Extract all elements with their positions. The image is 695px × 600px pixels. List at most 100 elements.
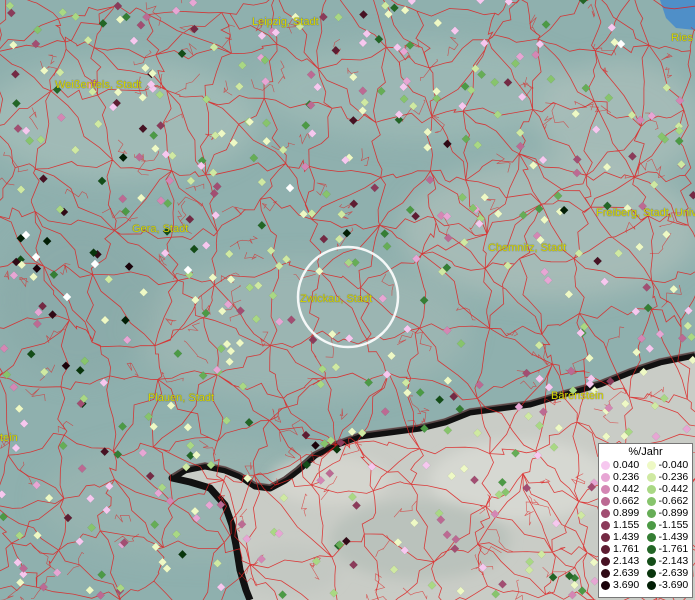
station-marker[interactable] (380, 407, 390, 417)
station-marker[interactable] (25, 136, 35, 146)
station-marker[interactable] (378, 294, 388, 304)
station-marker[interactable] (347, 427, 357, 437)
station-marker[interactable] (222, 339, 232, 349)
station-marker[interactable] (155, 90, 165, 100)
station-marker[interactable] (204, 500, 214, 510)
station-marker[interactable] (281, 254, 291, 264)
station-marker[interactable] (325, 468, 335, 478)
station-marker[interactable] (674, 136, 684, 146)
station-marker[interactable] (188, 0, 198, 8)
station-marker[interactable] (572, 168, 582, 178)
station-marker[interactable] (456, 586, 466, 596)
station-marker[interactable] (120, 315, 130, 325)
station-marker[interactable] (93, 119, 103, 129)
station-marker[interactable] (261, 118, 271, 128)
station-marker[interactable] (490, 509, 500, 519)
station-marker[interactable] (402, 324, 412, 334)
station-marker[interactable] (317, 364, 327, 374)
station-marker[interactable] (655, 329, 665, 339)
station-marker[interactable] (31, 39, 41, 49)
station-marker[interactable] (14, 531, 24, 541)
station-marker[interactable] (551, 518, 561, 528)
station-marker[interactable] (58, 441, 68, 451)
station-marker[interactable] (192, 450, 201, 460)
station-marker[interactable] (19, 419, 29, 429)
station-marker[interactable] (226, 346, 236, 356)
station-marker[interactable] (347, 492, 357, 502)
station-marker[interactable] (436, 515, 446, 525)
station-marker[interactable] (650, 401, 660, 411)
station-marker[interactable] (537, 549, 547, 559)
station-marker[interactable] (518, 210, 528, 220)
station-marker[interactable] (427, 580, 437, 590)
station-marker[interactable] (201, 308, 211, 318)
station-marker[interactable] (0, 343, 9, 353)
station-marker[interactable] (58, 7, 68, 17)
station-marker[interactable] (83, 35, 93, 45)
station-marker[interactable] (422, 142, 432, 152)
station-marker[interactable] (607, 23, 617, 33)
station-marker[interactable] (39, 582, 49, 592)
station-marker[interactable] (534, 204, 544, 214)
station-marker[interactable] (21, 126, 31, 136)
station-marker[interactable] (359, 10, 368, 20)
station-marker[interactable] (411, 211, 421, 221)
station-marker[interactable] (104, 274, 114, 284)
station-marker[interactable] (493, 209, 503, 219)
station-marker[interactable] (677, 333, 687, 343)
station-marker[interactable] (566, 366, 576, 376)
station-marker[interactable] (477, 70, 487, 80)
station-marker[interactable] (33, 25, 43, 35)
station-marker[interactable] (140, 63, 150, 73)
station-marker[interactable] (33, 530, 43, 540)
station-marker[interactable] (189, 244, 199, 254)
station-marker[interactable] (216, 344, 226, 354)
station-marker[interactable] (256, 554, 266, 564)
station-marker[interactable] (423, 127, 433, 137)
station-marker[interactable] (604, 93, 614, 103)
station-marker[interactable] (334, 12, 343, 22)
station-marker[interactable] (443, 376, 453, 386)
station-marker[interactable] (480, 192, 490, 202)
station-marker[interactable] (601, 432, 611, 441)
station-marker[interactable] (39, 66, 49, 76)
station-marker[interactable] (136, 20, 146, 30)
station-marker[interactable] (683, 321, 693, 331)
station-marker[interactable] (443, 425, 453, 435)
station-marker[interactable] (405, 205, 415, 215)
station-marker[interactable] (11, 98, 21, 108)
station-marker[interactable] (145, 471, 155, 481)
station-marker[interactable] (113, 1, 123, 11)
station-marker[interactable] (316, 475, 326, 485)
station-marker[interactable] (189, 24, 199, 34)
station-marker[interactable] (382, 241, 392, 251)
station-marker[interactable] (572, 154, 582, 164)
station-marker[interactable] (661, 229, 671, 239)
station-marker[interactable] (149, 422, 159, 432)
station-marker[interactable] (585, 353, 594, 363)
station-marker[interactable] (151, 542, 161, 552)
station-marker[interactable] (405, 40, 415, 50)
station-marker[interactable] (5, 1, 15, 11)
station-marker[interactable] (659, 393, 669, 403)
station-marker[interactable] (62, 292, 72, 302)
station-marker[interactable] (56, 113, 66, 123)
station-marker[interactable] (533, 450, 543, 460)
station-marker[interactable] (150, 144, 160, 154)
station-marker[interactable] (167, 151, 177, 161)
station-marker[interactable] (266, 246, 276, 256)
station-marker[interactable] (48, 310, 58, 320)
station-marker[interactable] (299, 209, 309, 219)
station-marker[interactable] (543, 275, 553, 285)
station-marker[interactable] (401, 378, 411, 388)
station-marker[interactable] (459, 464, 469, 474)
station-marker[interactable] (318, 12, 328, 22)
station-marker[interactable] (600, 277, 610, 287)
station-marker[interactable] (98, 18, 108, 28)
station-marker[interactable] (102, 505, 112, 515)
station-marker[interactable] (337, 209, 347, 219)
station-marker[interactable] (616, 39, 626, 49)
station-marker[interactable] (503, 77, 513, 87)
station-marker[interactable] (15, 578, 25, 587)
station-marker[interactable] (129, 36, 139, 46)
